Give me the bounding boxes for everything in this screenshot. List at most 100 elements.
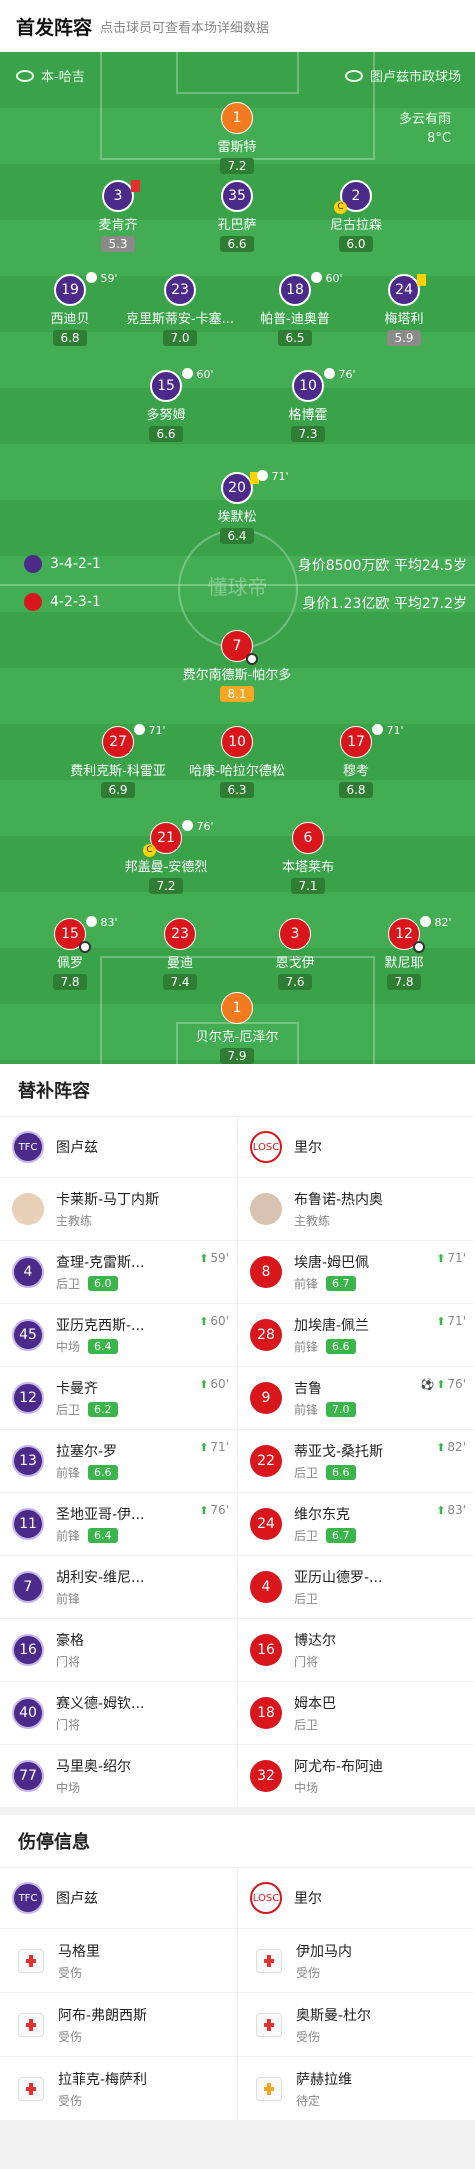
- injury-row[interactable]: 阿布-弗朗西斯 受伤: [0, 1992, 237, 2056]
- player-rating: 7.9: [220, 1048, 254, 1064]
- player-name: 麦肯齐: [98, 218, 138, 233]
- injury-row[interactable]: 萨赫拉维 待定: [238, 2056, 474, 2120]
- away-player[interactable]: 21 C 76' 邦盖曼-安德烈 7.2: [106, 820, 226, 894]
- player-name: 本塔莱布: [281, 860, 334, 875]
- temperature: 8°C: [427, 131, 451, 146]
- player-name: 埃唐-姆巴佩: [294, 1255, 370, 1271]
- top-goal-box: [176, 52, 299, 94]
- sub-player-row[interactable]: 4 亚历山德罗-... 后卫: [238, 1555, 474, 1618]
- sub-in-badge: ⬆ 71': [436, 1251, 466, 1265]
- away-club-row[interactable]: LOSC 里尔: [238, 1867, 474, 1928]
- sub-player-row[interactable]: 77 马里奥-绍尔 中场: [0, 1744, 237, 1807]
- sub-in-icon: ⬆: [199, 1252, 209, 1265]
- sub-player-row[interactable]: 45 亚历克西斯-... 中场 6.4 ⬆ 60': [0, 1303, 237, 1366]
- home-club-row[interactable]: TFC 图卢兹: [0, 1116, 237, 1177]
- jersey-number: 77: [12, 1760, 44, 1792]
- sub-player-row[interactable]: 13 拉塞尔-罗 前锋 6.6 ⬆ 71': [0, 1429, 237, 1492]
- home-club-row[interactable]: TFC 图卢兹: [0, 1867, 237, 1928]
- home-subs-column: TFC 图卢兹 卡莱斯-马丁内斯 主教练 4 查理-克雷斯... 后卫 6.0 ⬆ 59' 4…: [0, 1116, 237, 1807]
- injury-list: TFC 图卢兹 马格里 受伤 阿布-弗朗西斯 受伤 拉菲克-梅萨利 受伤 LOSC 里尔 …: [0, 1867, 475, 2120]
- home-player[interactable]: 15 60' 多努姆 6.6: [106, 368, 226, 442]
- away-club-row[interactable]: LOSC 里尔: [238, 1116, 474, 1177]
- player-name: 阿布-弗朗西斯: [58, 2007, 148, 2024]
- jersey-number: 1: [221, 992, 253, 1024]
- injury-status: 受伤: [58, 2029, 83, 2044]
- jersey-number: 10: [292, 370, 324, 402]
- player-name: 吉鲁: [294, 1381, 322, 1397]
- home-player[interactable]: 3 麦肯齐 5.3: [58, 180, 178, 252]
- sub-player-row[interactable]: 7 胡利安-维尼... 前锋: [0, 1555, 237, 1618]
- player-name: 拉菲克-梅萨利: [58, 2071, 148, 2088]
- injury-status: 受伤: [58, 2093, 83, 2108]
- player-position: 前锋: [56, 1466, 81, 1480]
- home-player[interactable]: 20 71' 埃默松 6.4: [177, 470, 297, 544]
- player-rating: 6.4: [88, 1339, 118, 1354]
- player-rating: 6.7: [326, 1276, 356, 1291]
- player-name: 拉塞尔-罗: [56, 1444, 118, 1460]
- sub-in-badge: ⬆ 71': [199, 1440, 229, 1454]
- home-player[interactable]: 19 59' 西迪贝 6.8: [10, 272, 130, 346]
- sub-player-row[interactable]: 16 博达尔 门将: [238, 1618, 474, 1681]
- medical-icon: [18, 1948, 44, 1973]
- player-rating: 6.6: [326, 1465, 356, 1480]
- team-icon: [16, 69, 34, 82]
- sub-player-row[interactable]: 4 查理-克雷斯... 后卫 6.0 ⬆ 59': [0, 1240, 237, 1303]
- home-player[interactable]: 2 C 尼古拉森 6.0: [296, 180, 416, 252]
- away-player[interactable]: 12 82' 默尼耶 7.8: [344, 916, 464, 990]
- player-rating: 6.4: [88, 1528, 118, 1543]
- sub-out-badge: 71': [134, 724, 166, 737]
- home-player[interactable]: 10 76' 格博霍 7.3: [248, 368, 368, 442]
- sub-player-row[interactable]: 8 埃唐-姆巴佩 前锋 6.7 ⬆ 71': [238, 1240, 474, 1303]
- sub-player-row[interactable]: 9 吉鲁 前锋 7.0 ⚽ ⬆ 76': [238, 1366, 474, 1429]
- player-name: 费尔南德斯-帕尔多: [182, 668, 292, 683]
- player-rating: 6.4: [220, 528, 254, 544]
- home-player[interactable]: 35 孔巴萨 6.6: [177, 180, 297, 252]
- home-coach-row[interactable]: 卡莱斯-马丁内斯 主教练: [0, 1177, 237, 1240]
- jersey-number: 45: [12, 1319, 44, 1351]
- home-player[interactable]: 24 梅塔利 5.9: [344, 274, 464, 346]
- injury-row[interactable]: 马格里 受伤: [0, 1928, 237, 1992]
- coach-name: 卡莱斯-马丁内斯: [56, 1192, 160, 1208]
- injury-row[interactable]: 奥斯曼-杜尔 受伤: [238, 1992, 474, 2056]
- injury-row[interactable]: 伊加马内 受伤: [238, 1928, 474, 1992]
- away-player[interactable]: 3 恩戈伊 7.6: [235, 918, 355, 990]
- away-player[interactable]: 10 哈康-哈拉尔德松 6.3: [177, 726, 297, 798]
- jersey-number: 8: [250, 1256, 282, 1288]
- injury-row[interactable]: 拉菲克-梅萨利 受伤: [0, 2056, 237, 2120]
- away-player[interactable]: 17 71' 穆考 6.8: [296, 724, 416, 798]
- sub-player-row[interactable]: 32 阿尤布-布阿迪 中场: [238, 1744, 474, 1807]
- player-position: 前锋: [56, 1592, 81, 1606]
- sub-player-row[interactable]: 28 加埃唐-佩兰 前锋 6.6 ⬆ 71': [238, 1303, 474, 1366]
- away-player[interactable]: 15 83' 佩罗 7.8: [10, 916, 130, 990]
- sub-player-row[interactable]: 18 姆本巴 后卫: [238, 1681, 474, 1744]
- away-player[interactable]: 7 费尔南德斯-帕尔多 8.1: [177, 630, 297, 702]
- player-rating: 7.0: [326, 1402, 356, 1417]
- home-player[interactable]: 18 60' 帕普-迪奥普 6.5: [235, 272, 355, 346]
- sub-player-row[interactable]: 11 圣地亚哥-伊... 前锋 6.4 ⬆ 76': [0, 1492, 237, 1555]
- home-player-gk[interactable]: 1 雷斯特 7.2: [177, 102, 297, 174]
- coach-role: 主教练: [56, 1214, 93, 1228]
- home-player[interactable]: 23 克里斯蒂安-卡塞... 7.0: [120, 274, 240, 346]
- player-name: 贝尔克-厄泽尔: [195, 1030, 279, 1045]
- injury-status: 受伤: [58, 1965, 83, 1980]
- sub-player-row[interactable]: 22 蒂亚戈-桑托斯 后卫 6.6 ⬆ 82': [238, 1429, 474, 1492]
- player-rating: 8.1: [220, 686, 254, 702]
- sub-out-icon: [134, 724, 145, 735]
- coach-name: 布鲁诺-热内奥: [294, 1192, 384, 1208]
- toulouse-logo-icon: TFC: [12, 1131, 44, 1163]
- sub-player-row[interactable]: 16 豪格 门将: [0, 1618, 237, 1681]
- away-player[interactable]: 23 曼迪 7.4: [120, 918, 240, 990]
- away-player[interactable]: 27 71' 费利克斯-科雷亚 6.9: [58, 724, 178, 798]
- away-player[interactable]: 6 本塔莱布 7.1: [248, 822, 368, 894]
- jersey-number: 32: [250, 1760, 282, 1792]
- player-name: 姆本巴: [294, 1696, 336, 1712]
- away-coach-row[interactable]: 布鲁诺-热内奥 主教练: [238, 1177, 474, 1240]
- jersey-number: 19: [54, 274, 86, 306]
- subs-title: 替补阵容: [0, 1064, 475, 1116]
- sub-out-badge: 83': [86, 916, 118, 929]
- medical-icon: [256, 2012, 282, 2037]
- away-player-gk[interactable]: 1 贝尔克-厄泽尔 7.9: [177, 992, 297, 1064]
- sub-player-row[interactable]: 24 维尔东克 后卫 6.7 ⬆ 83': [238, 1492, 474, 1555]
- sub-player-row[interactable]: 12 卡曼齐 后卫 6.2 ⬆ 60': [0, 1366, 237, 1429]
- sub-player-row[interactable]: 40 赛义德-姆钦... 门将: [0, 1681, 237, 1744]
